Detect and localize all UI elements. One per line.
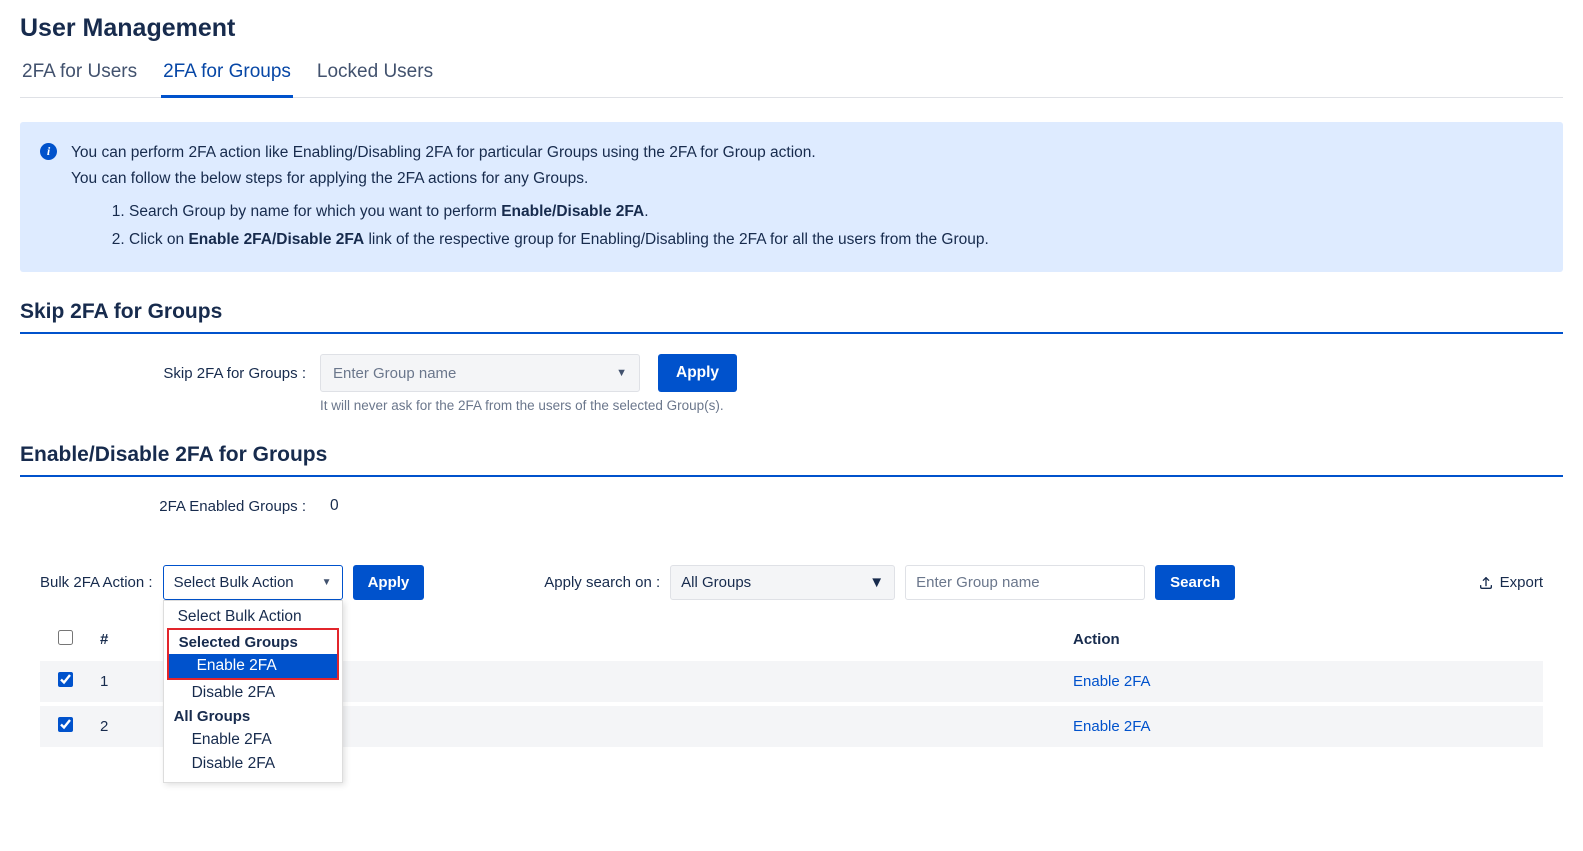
- select-all-checkbox[interactable]: [58, 630, 73, 645]
- info-panel: i You can perform 2FA action like Enabli…: [20, 122, 1563, 272]
- bulk-option-disable-all[interactable]: Disable 2FA: [164, 752, 342, 776]
- chevron-down-icon: ▼: [869, 574, 884, 591]
- tab-2fa-users[interactable]: 2FA for Users: [20, 55, 139, 97]
- bulk-option-disable-selected[interactable]: Disable 2FA: [164, 681, 342, 705]
- bulk-option-enable-selected[interactable]: Enable 2FA: [169, 654, 337, 678]
- bulk-option-default[interactable]: Select Bulk Action: [164, 605, 342, 629]
- tab-locked-users[interactable]: Locked Users: [315, 55, 435, 97]
- info-icon: i: [40, 143, 57, 160]
- chevron-down-icon: ▼: [322, 577, 332, 588]
- search-on-select[interactable]: All Groups▼: [670, 565, 895, 600]
- export-icon: [1478, 575, 1494, 591]
- section-skip-heading: Skip 2FA for Groups: [20, 300, 1563, 334]
- search-on-label: Apply search on :: [544, 574, 660, 591]
- enabled-count-value: 0: [330, 497, 339, 515]
- bulk-group-selected: Selected Groups: [169, 631, 337, 654]
- bulk-option-enable-all[interactable]: Enable 2FA: [164, 728, 342, 752]
- tabs: 2FA for Users 2FA for Groups Locked User…: [20, 55, 1563, 98]
- info-step2: Click on Enable 2FA/Disable 2FA link of …: [129, 227, 989, 253]
- highlight-box: Selected Groups Enable 2FA: [167, 628, 339, 680]
- skip-label: Skip 2FA for Groups :: [138, 365, 320, 382]
- row-action-link[interactable]: Enable 2FA: [1073, 718, 1151, 735]
- page-title: User Management: [20, 14, 1563, 43]
- search-button[interactable]: Search: [1155, 565, 1235, 600]
- row-action-link[interactable]: Enable 2FA: [1073, 673, 1151, 690]
- bulk-action-select[interactable]: Select Bulk Action▼ Select Bulk Action S…: [163, 565, 343, 600]
- info-step1: Search Group by name for which you want …: [129, 199, 989, 225]
- skip-apply-button[interactable]: Apply: [658, 354, 737, 392]
- info-line2: You can follow the below steps for apply…: [71, 166, 989, 192]
- group-search-input[interactable]: [905, 565, 1145, 600]
- row-checkbox[interactable]: [58, 717, 73, 732]
- bulk-action-label: Bulk 2FA Action :: [40, 574, 153, 591]
- section-enable-heading: Enable/Disable 2FA for Groups: [20, 443, 1563, 477]
- bulk-group-all: All Groups: [164, 705, 342, 728]
- chevron-down-icon: ▼: [616, 367, 627, 379]
- skip-group-select[interactable]: Enter Group name▼: [320, 354, 640, 392]
- col-action-header: Action: [1063, 618, 1543, 661]
- export-button[interactable]: Export: [1478, 574, 1543, 591]
- enabled-count-label: 2FA Enabled Groups :: [138, 498, 320, 515]
- bulk-apply-button[interactable]: Apply: [353, 565, 425, 600]
- tab-2fa-groups[interactable]: 2FA for Groups: [161, 55, 293, 98]
- info-line1: You can perform 2FA action like Enabling…: [71, 140, 989, 166]
- row-checkbox[interactable]: [58, 672, 73, 687]
- skip-help-text: It will never ask for the 2FA from the u…: [20, 398, 1563, 413]
- bulk-action-dropdown-menu: Select Bulk Action Selected Groups Enabl…: [163, 600, 343, 783]
